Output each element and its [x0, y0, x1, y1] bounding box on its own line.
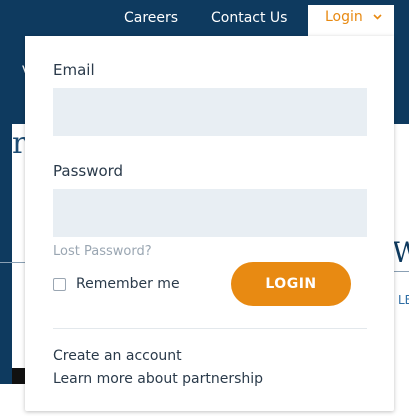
password-field[interactable]: [53, 189, 367, 237]
login-menu-toggle[interactable]: Login: [308, 5, 394, 38]
email-label: Email: [53, 61, 95, 79]
create-account-link[interactable]: Create an account: [53, 348, 182, 364]
remember-me-option[interactable]: Remember me: [53, 276, 180, 292]
background-divider: [0, 262, 28, 263]
partnership-link[interactable]: Learn more about partnership: [53, 371, 263, 387]
remember-me-label: Remember me: [76, 276, 180, 292]
login-dropdown-panel: Email Password Lost Password? Remember m…: [25, 36, 394, 411]
email-field[interactable]: [53, 88, 367, 136]
background-divider: [394, 271, 409, 272]
nav-link-careers[interactable]: Careers: [124, 10, 178, 26]
nav-link-contact-us[interactable]: Contact Us: [211, 10, 287, 26]
dropdown-divider: [53, 328, 367, 329]
background-text-fragment: LE: [398, 293, 409, 307]
remember-me-checkbox[interactable]: [53, 277, 66, 291]
password-label: Password: [53, 162, 124, 180]
chevron-down-icon: [373, 12, 382, 23]
login-menu-label: Login: [325, 9, 363, 25]
lost-password-link[interactable]: Lost Password?: [53, 244, 152, 259]
background-text-fragment: W: [392, 236, 409, 269]
login-button[interactable]: LOGIN: [231, 262, 351, 306]
